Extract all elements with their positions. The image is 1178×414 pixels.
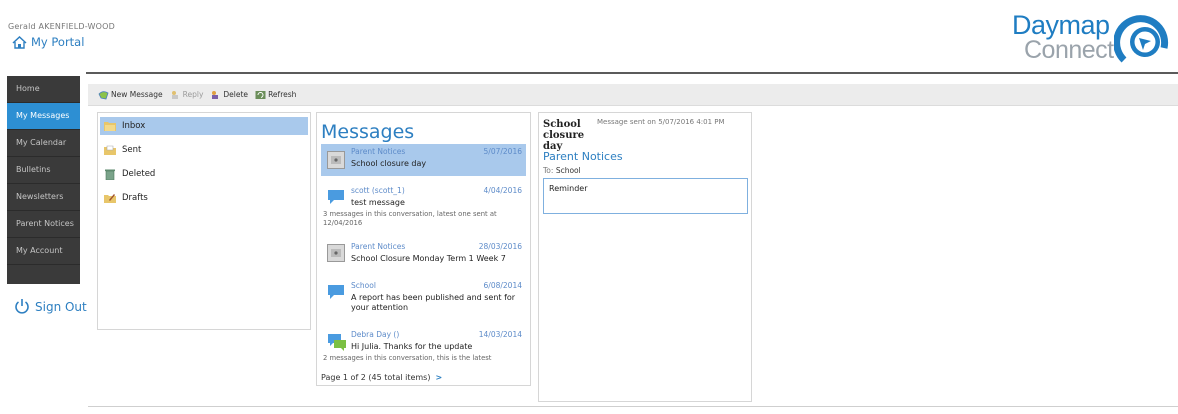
reply-label: Reply [182,90,204,99]
deleted-folder-icon [105,169,115,180]
delete-button[interactable]: Delete [210,90,248,100]
my-portal-label: My Portal [31,35,85,49]
message-subject: School Closure Monday Term 1 Week 7 [351,254,506,263]
header-divider [86,72,1178,74]
sidebar-item-newsletters[interactable]: Newsletters [7,184,80,211]
message-conversation-info: 3 messages in this conversation, latest … [323,210,497,227]
inbox-folder-icon [104,122,116,131]
pagination: Page 1 of 2 (45 total items) > [321,373,442,382]
refresh-button[interactable]: Refresh [255,90,296,100]
sign-out-button[interactable]: Sign Out [14,298,87,315]
detail-to-label: To: [543,166,554,175]
message-sender: scott (scott_1) [351,186,405,195]
detail-to-value: School [555,166,581,175]
sidebar-nav: Home My Messages My Calendar Bulletins N… [7,76,80,284]
message-item[interactable]: School 6/08/2014 A report has been publi… [321,278,526,318]
chat-bubble-icon [328,285,344,299]
detail-subject: School closure day [543,119,585,152]
message-toolbar: New Message Reply Delete Refresh [88,84,1178,106]
message-subject: School closure day [351,159,427,168]
sent-folder-icon [104,145,116,155]
folder-label: Drafts [122,193,148,203]
sidebar-item-home[interactable]: Home [7,76,80,103]
footer-divider [88,406,1178,407]
folder-inbox[interactable]: Inbox [100,117,308,135]
message-subject: Hi Julia. Thanks for the update [351,342,473,351]
detail-sender[interactable]: Parent Notices [543,150,623,163]
message-date: 14/03/2014 [478,330,522,339]
daymap-connect-logo: Daymap Connect [1010,6,1170,68]
my-portal-link[interactable]: My Portal [12,35,84,49]
message-sender: Debra Day () [351,330,400,339]
logo-signal-icon [1114,15,1169,63]
home-icon [12,35,27,49]
detail-recipients: To: School [543,166,581,175]
reply-button[interactable]: Reply [170,90,204,100]
message-item[interactable]: Parent Notices 28/03/2016 School Closure… [321,239,526,269]
refresh-icon [255,90,266,99]
sidebar-item-parent-notices[interactable]: Parent Notices [7,211,80,238]
message-date: 6/08/2014 [483,281,522,290]
message-sender: Parent Notices [351,242,406,251]
logo-word-connect: Connect [1024,36,1114,64]
delete-icon [212,90,219,99]
message-date: 28/03/2016 [478,242,522,251]
message-subject: A report has been published and sent for… [351,293,516,312]
messages-panel: Messages Parent Notices 5/07/2016 School… [316,112,531,386]
detail-sent-timestamp: Message sent on 5/07/2016 4:01 PM [597,118,725,126]
sign-out-label: Sign Out [35,299,87,314]
message-conversation-info: 2 messages in this conversation, this is… [323,354,492,362]
delete-label: Delete [223,90,249,99]
conversation-icon [328,334,346,351]
notice-icon [327,151,345,169]
messages-title: Messages [321,121,415,143]
message-detail-panel: School closure day Message sent on 5/07/… [538,112,752,402]
folder-list: Inbox Sent Deleted Drafts [97,112,311,330]
new-message-button[interactable]: New Message [98,90,163,100]
refresh-label: Refresh [268,90,297,99]
pagination-status: Page 1 of 2 (45 total items) [321,373,431,382]
message-sender: School [351,281,376,290]
message-sender: Parent Notices [351,147,406,156]
message-date: 5/07/2016 [483,147,522,156]
next-page-button[interactable]: > [435,373,442,382]
notice-icon [327,244,345,262]
sidebar-item-my-account[interactable]: My Account [7,238,80,265]
folder-label: Inbox [122,121,146,131]
message-item[interactable]: Debra Day () 14/03/2014 Hi Julia. Thanks… [321,327,526,367]
power-icon [15,299,29,314]
new-message-icon [98,90,109,99]
message-item[interactable]: Parent Notices 5/07/2016 School closure … [321,144,526,176]
new-message-label: New Message [111,90,163,99]
message-subject: test message [351,198,405,207]
chat-bubble-icon [328,190,344,204]
user-name: Gerald AKENFIELD-WOOD [8,22,115,31]
sidebar-item-my-calendar[interactable]: My Calendar [7,130,80,157]
folder-drafts[interactable]: Drafts [100,189,308,207]
detail-body: Reminder [543,178,748,214]
folder-deleted[interactable]: Deleted [100,165,308,183]
message-date: 4/04/2016 [483,186,522,195]
folder-label: Sent [122,145,142,155]
drafts-folder-icon [104,194,116,203]
message-item[interactable]: scott (scott_1) 4/04/2016 test message 3… [321,183,526,231]
sidebar-item-bulletins[interactable]: Bulletins [7,157,80,184]
reply-icon [171,90,178,99]
folder-sent[interactable]: Sent [100,141,308,159]
sidebar-item-my-messages[interactable]: My Messages [7,103,80,130]
folder-label: Deleted [122,169,156,179]
